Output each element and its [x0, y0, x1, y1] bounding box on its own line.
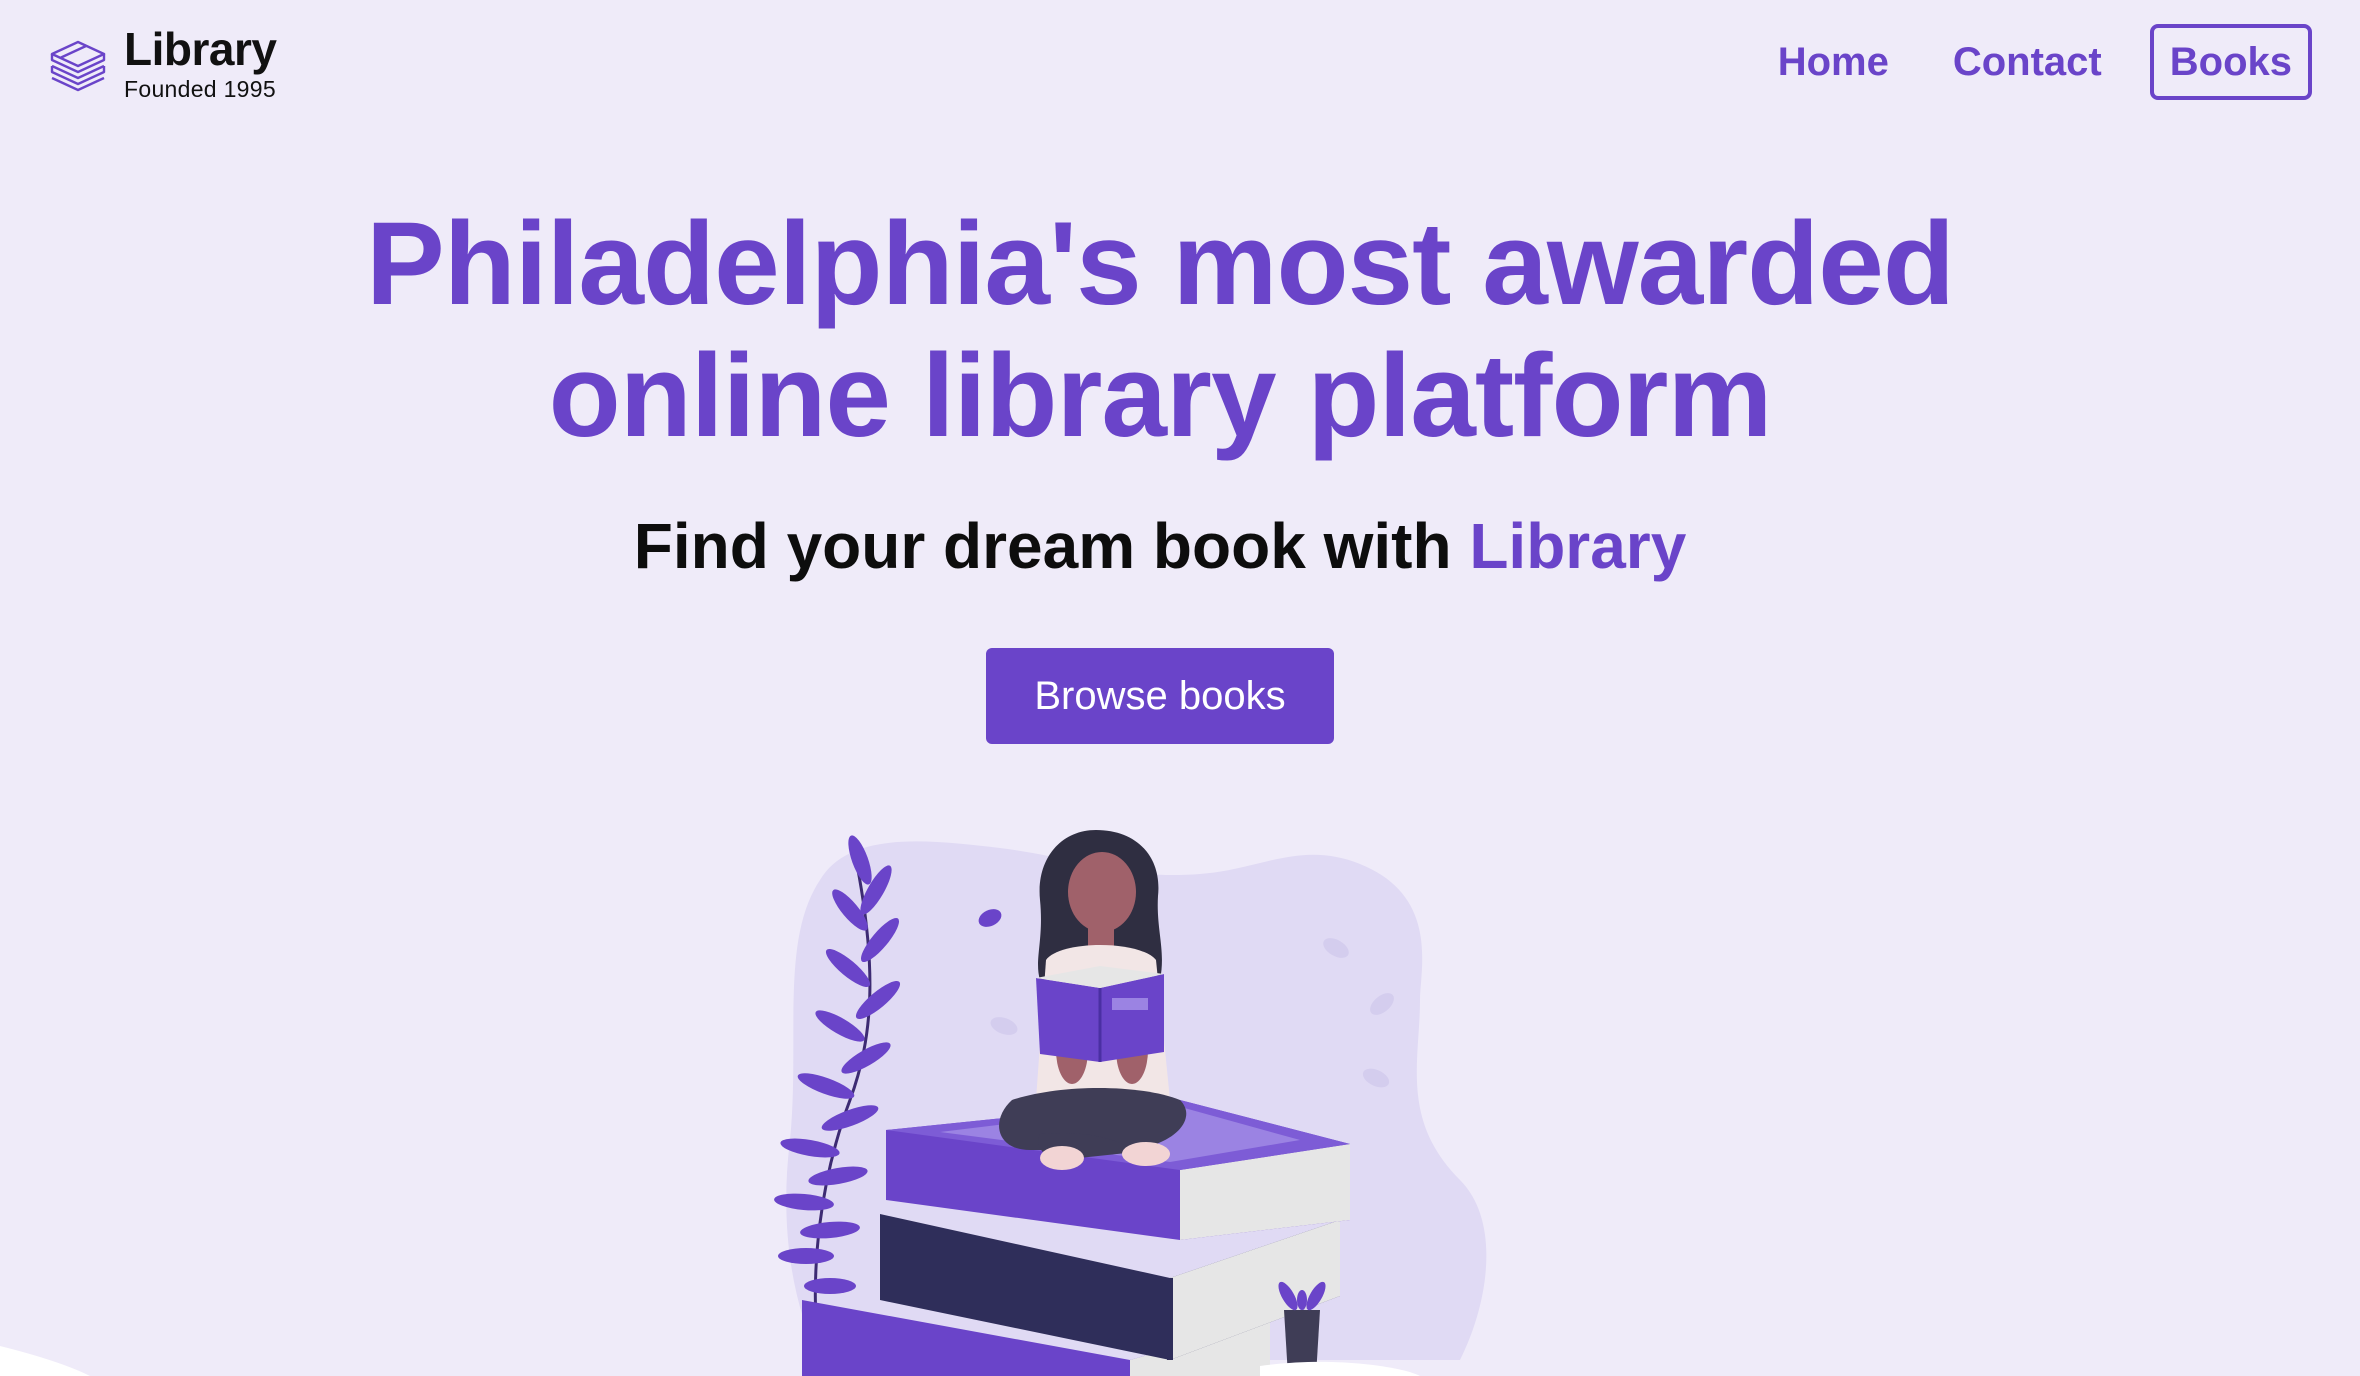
hero-subtitle-accent: Library [1469, 510, 1687, 582]
page: Library Founded 1995 Home Contact Books … [0, 0, 2360, 1376]
main-nav: Home Contact Books [1714, 24, 2312, 100]
nav-books-button[interactable]: Books [2149, 24, 2312, 100]
nav-contact-link[interactable]: Contact [1953, 40, 2102, 85]
stacked-books-icon [50, 40, 106, 91]
bottom-wave [0, 1346, 1420, 1376]
brand-name: Library [124, 23, 277, 75]
hero-title: Philadelphia's most awarded online libra… [0, 198, 2320, 462]
hero-subtitle: Find your dream book with Library [0, 506, 2320, 586]
woman-reading-illustration [774, 830, 1487, 1376]
hero-title-line-2: online library platform [548, 330, 1773, 462]
hero-title-line-1: Philadelphia's most awarded [366, 198, 1955, 330]
brand-tagline: Founded 1995 [124, 76, 276, 102]
hero-subtitle-prefix: Find your dream book with [633, 510, 1470, 582]
brand-text: Library Founded 1995 [124, 23, 277, 102]
brand-logo-link[interactable]: Library Founded 1995 [46, 23, 277, 102]
nav-home-link[interactable]: Home [1778, 40, 1889, 85]
browse-books-button[interactable]: Browse books [986, 648, 1334, 744]
